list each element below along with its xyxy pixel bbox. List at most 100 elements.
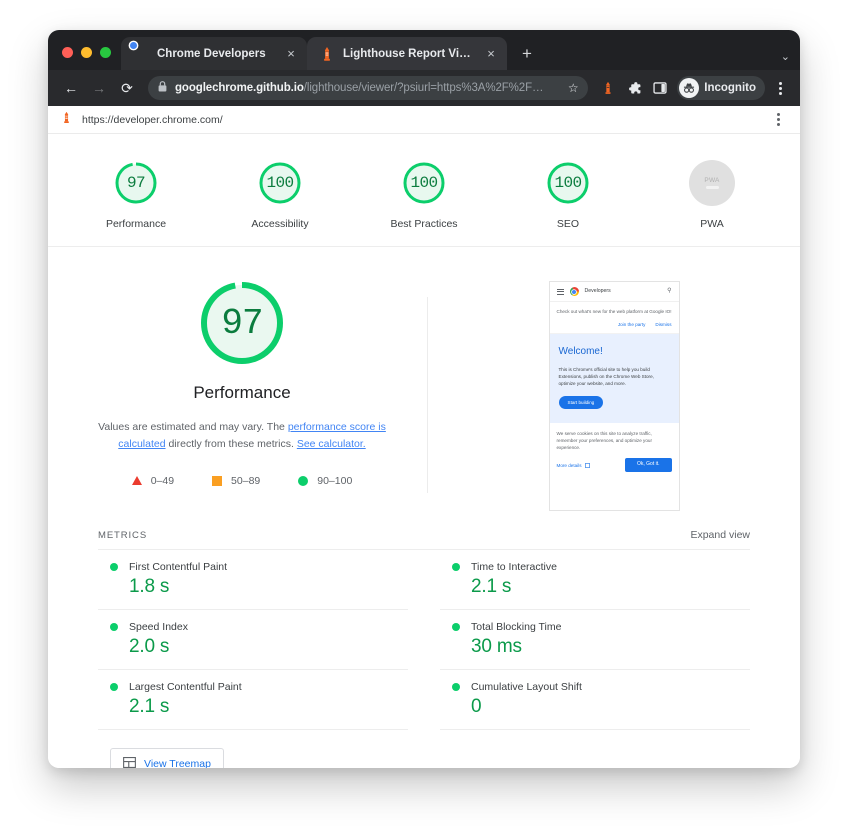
metric-total-blocking-time[interactable]: Total Blocking Time 30 ms — [440, 610, 750, 670]
treemap-section: View Treemap — [48, 730, 800, 768]
browser-window: Chrome Developers × Lighthouse Report Vi… — [48, 30, 800, 768]
pwa-badge-text: PWA — [704, 177, 720, 184]
pass-circle-icon — [110, 623, 118, 631]
new-tab-button[interactable]: + — [513, 39, 541, 67]
reload-button[interactable]: ⟳ — [114, 75, 140, 101]
tab-search-chevron-icon[interactable]: ⌄ — [781, 50, 790, 63]
metric-largest-contentful-paint[interactable]: Largest Contentful Paint 2.1 s — [98, 670, 408, 730]
thumb-cookie-text: We serve cookies on this site to analyze… — [556, 431, 653, 451]
tab-chrome-developers[interactable]: Chrome Developers × — [121, 37, 307, 70]
pwa-dash-icon — [705, 186, 719, 189]
thumb-start-building-button: Start building — [558, 396, 604, 410]
see-calculator-link[interactable]: See calculator. — [297, 438, 366, 450]
score-gauge-accessibility[interactable]: 100 Accessibility — [230, 160, 330, 230]
lighthouse-icon — [60, 110, 73, 130]
pass-circle-icon — [452, 563, 460, 571]
score-gauge-performance[interactable]: 97 Performance — [86, 160, 186, 230]
score-gauge-best-practices[interactable]: 100 Best Practices — [374, 160, 474, 230]
metric-header: Largest Contentful Paint — [110, 681, 406, 693]
metric-value: 2.1 s — [129, 696, 170, 717]
view-treemap-label: View Treemap — [144, 758, 211, 768]
thumb-more-details-label: More details — [556, 462, 582, 468]
search-icon: ⚲ — [667, 287, 672, 294]
external-link-icon — [584, 462, 590, 468]
gauge-value: 100 — [410, 174, 438, 192]
metric-name: Time to Interactive — [471, 561, 557, 573]
report-url-header: https://developer.chrome.com/ — [48, 106, 800, 134]
performance-gauge: 97 — [196, 277, 288, 369]
report-menu-button[interactable] — [768, 113, 788, 126]
chrome-logo-icon — [569, 287, 579, 296]
thumb-join-link: Join the party — [617, 322, 646, 328]
lighthouse-extension-icon[interactable] — [596, 76, 620, 100]
metric-name: Total Blocking Time — [471, 621, 562, 633]
lighthouse-report: 97 Performance 100 Accessibility 100 Bes… — [48, 134, 800, 768]
tab-lighthouse-report-viewer[interactable]: Lighthouse Report Viewer × — [307, 37, 507, 70]
desc-text-1: Values are estimated and may vary. The — [98, 421, 288, 433]
gauge-value: 100 — [554, 174, 582, 192]
chrome-logo-icon — [133, 46, 149, 62]
address-bar[interactable]: googlechrome.github.io/lighthouse/viewer… — [148, 76, 589, 100]
pass-circle-icon — [110, 563, 118, 571]
forward-button[interactable]: → — [86, 75, 112, 101]
window-controls — [58, 47, 121, 70]
metric-value: 2.0 s — [129, 636, 170, 657]
maximize-window-button[interactable] — [100, 47, 111, 58]
extensions-puzzle-icon[interactable] — [622, 76, 646, 100]
tab-close-icon[interactable]: × — [483, 46, 499, 62]
side-panel-icon[interactable] — [648, 76, 672, 100]
metric-first-contentful-paint[interactable]: First Contentful Paint 1.8 s — [98, 550, 408, 610]
browser-toolbar: ← → ⟳ googlechrome.github.io/lighthouse/… — [48, 70, 800, 106]
metric-value: 30 ms — [471, 636, 522, 657]
gauge-label: Best Practices — [390, 218, 458, 230]
thumb-hero-body: This is Chrome's official site to help y… — [558, 366, 654, 386]
back-button[interactable]: ← — [58, 75, 84, 101]
performance-score-value: 97 — [221, 302, 263, 344]
gauge-label: Accessibility — [251, 218, 309, 230]
thumb-dismiss-link: Dismiss — [655, 322, 672, 328]
treemap-icon — [123, 755, 136, 768]
metrics-title: METRICS — [98, 530, 148, 541]
metric-name: First Contentful Paint — [129, 561, 228, 573]
metric-header: Speed Index — [110, 621, 406, 633]
gauge-label: PWA — [700, 218, 724, 230]
bookmark-star-icon[interactable]: ☆ — [566, 81, 580, 95]
browser-menu-button[interactable] — [770, 81, 790, 95]
category-scores-row: 97 Performance 100 Accessibility 100 Bes… — [48, 134, 800, 247]
tab-title: Lighthouse Report Viewer — [343, 47, 475, 60]
metric-time-to-interactive[interactable]: Time to Interactive 2.1 s — [440, 550, 750, 610]
profile-label: Incognito — [704, 82, 756, 94]
performance-description: Values are estimated and may vary. The p… — [97, 419, 387, 453]
metric-speed-index[interactable]: Speed Index 2.0 s — [98, 610, 408, 670]
performance-section: 97 Performance Values are estimated and … — [48, 247, 800, 529]
score-gauge-seo[interactable]: 100 SEO — [518, 160, 618, 230]
metric-cumulative-layout-shift[interactable]: Cumulative Layout Shift 0 — [440, 670, 750, 730]
view-treemap-button[interactable]: View Treemap — [110, 748, 224, 768]
legend-item-fail: 0–49 — [131, 475, 174, 487]
tab-strip: Chrome Developers × Lighthouse Report Vi… — [48, 30, 800, 70]
close-window-button[interactable] — [62, 47, 73, 58]
page-screenshot-thumbnail: Developers ⚲ Check out what's new for th… — [548, 281, 680, 511]
metric-header: First Contentful Paint — [110, 561, 406, 573]
expand-view-toggle[interactable]: Expand view — [690, 529, 750, 541]
thumb-cookie-banner: We serve cookies on this site to analyze… — [550, 423, 679, 479]
thumb-cookie-actions: More details Ok, Got it. — [556, 458, 672, 473]
gauge-value: 97 — [126, 174, 146, 192]
metrics-section: METRICS Expand view First Contentful Pai… — [48, 529, 800, 730]
metric-header: Total Blocking Time — [452, 621, 748, 633]
url-domain: googlechrome.github.io — [175, 82, 304, 94]
tab-title: Chrome Developers — [157, 47, 266, 60]
url-path: /lighthouse/viewer/?psiurl=https%3A%2F%2… — [303, 82, 544, 94]
minimize-window-button[interactable] — [81, 47, 92, 58]
profile-incognito-button[interactable]: Incognito — [677, 76, 765, 100]
score-gauge-pwa[interactable]: PWA PWA — [662, 160, 762, 230]
hamburger-icon — [556, 288, 564, 295]
tab-close-icon[interactable]: × — [283, 46, 299, 62]
gauge-ring: 97 — [113, 160, 159, 206]
thumb-notice-actions: Join the party Dismiss — [557, 321, 672, 328]
thumb-header: Developers ⚲ — [549, 282, 679, 302]
pwa-badge: PWA — [689, 160, 735, 206]
legend-item-average: 50–89 — [212, 475, 260, 487]
metric-header: Time to Interactive — [452, 561, 748, 573]
metric-value: 1.8 s — [129, 576, 170, 597]
